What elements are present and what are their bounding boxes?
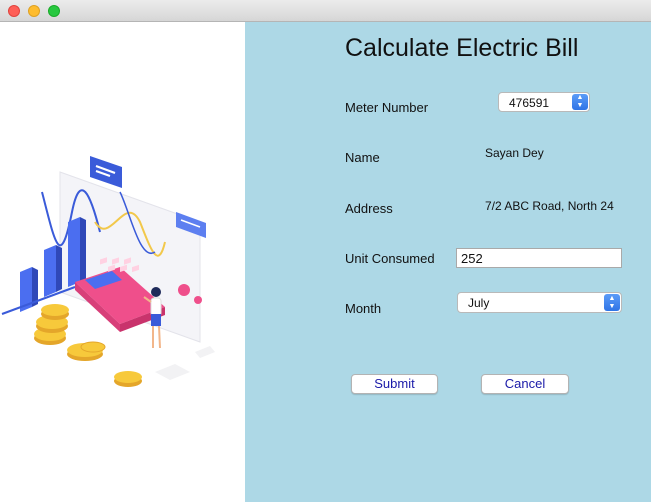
address-value: 7/2 ABC Road, North 24: [485, 199, 614, 213]
close-window-button[interactable]: [8, 5, 20, 17]
month-value: July: [468, 296, 490, 310]
app-window: Calculate Electric Bill Meter Number 476…: [0, 0, 651, 502]
name-label: Name: [345, 150, 380, 165]
bill-form-panel: Calculate Electric Bill Meter Number 476…: [245, 22, 651, 502]
minimize-window-button[interactable]: [28, 5, 40, 17]
month-select[interactable]: July ▲ ▼: [457, 292, 622, 313]
meter-number-value: 476591: [509, 96, 550, 110]
submit-button[interactable]: Submit: [351, 374, 438, 394]
electric-bill-illustration: [1, 156, 215, 387]
month-label: Month: [345, 301, 382, 316]
select-arrows-icon: ▲ ▼: [572, 94, 588, 110]
address-label: Address: [345, 201, 393, 216]
cancel-button[interactable]: Cancel: [481, 374, 569, 394]
select-arrows-icon: ▲ ▼: [604, 294, 620, 311]
name-value: Sayan Dey: [485, 146, 544, 160]
title-bar: [0, 0, 651, 22]
maximize-window-button[interactable]: [48, 5, 60, 17]
meter-number-select[interactable]: 476591 ▲ ▼: [498, 92, 590, 112]
illustration-panel: [0, 22, 245, 502]
page-title: Calculate Electric Bill: [345, 34, 579, 62]
unit-consumed-label: Unit Consumed: [345, 251, 435, 266]
meter-number-label: Meter Number: [345, 100, 429, 115]
unit-consumed-input[interactable]: [456, 248, 622, 268]
